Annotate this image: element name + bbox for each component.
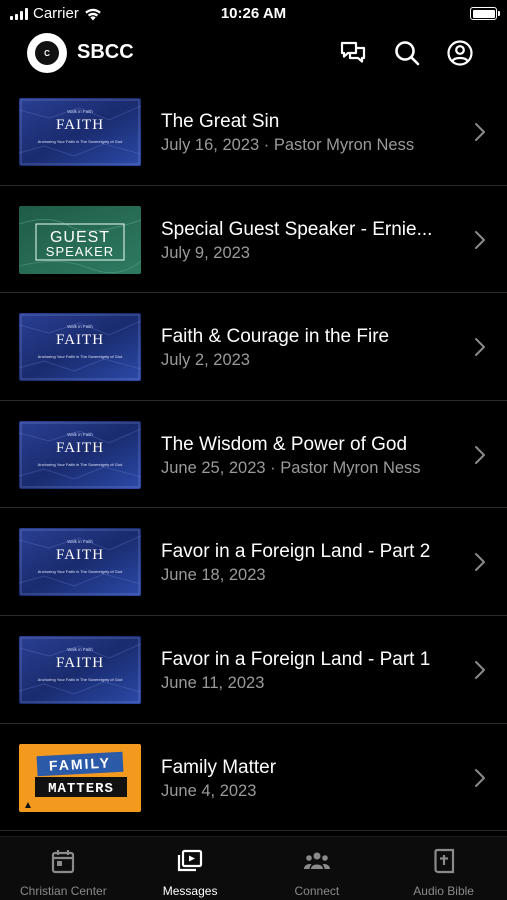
tab-audio-bible[interactable]: Audio Bible [380,837,507,900]
status-time: 10:26 AM [220,5,287,22]
nav-header: C SBCC [0,28,507,78]
message-title: The Wisdom & Power of God [161,433,408,455]
message-row[interactable]: Walk in Faith FAITH Anchoring Your Faith… [0,293,507,401]
thumbnail-tagline: Anchoring Your Faith in The Sovereignty … [38,462,123,467]
tab-label: Audio Bible [413,884,474,898]
chevron-right-icon [475,338,485,357]
battery-level [472,9,495,18]
bible-icon [434,848,454,874]
app-title: SBCC [77,41,134,63]
thumbnail-tagline: Anchoring Your Faith in The Sovereignty … [38,139,123,144]
family-matters-thumbnail: FAMILY MATTERS [19,743,141,812]
thumbnail-tagline: Anchoring Your Faith in The Sovereignty … [38,569,123,574]
message-thumbnail: GUEST SPEAKER [19,205,141,274]
chevron-right-icon [475,768,485,787]
tab-label: Messages [162,884,218,898]
thumbnail-line2: MATTERS [48,781,114,797]
message-thumbnail: Walk in Faith FAITH Anchoring Your Faith… [19,420,141,489]
faith-series-thumbnail: Walk in Faith FAITH Anchoring Your Faith… [19,313,141,382]
faith-series-thumbnail: Walk in Faith FAITH Anchoring Your Faith… [19,528,141,597]
message-title: Faith & Courage in the Fire [161,326,390,348]
battery-icon [470,7,500,20]
tab-bar: Christian Center Messages Connect Audio Bib… [0,836,507,900]
message-row[interactable]: Walk in Faith FAITH Anchoring Your Faith… [0,401,507,509]
message-thumbnail: Walk in Faith FAITH Anchoring Your Faith… [19,313,141,382]
chevron-right-icon [475,660,485,679]
message-title: Special Guest Speaker - Ernie... [161,218,433,240]
chevron-right-icon [475,123,485,141]
tab-label: Christian Center [20,884,107,898]
chevron-right-icon [475,445,485,464]
message-list: Walk in Faith FAITH Anchoring Your Faith… [0,78,507,832]
message-thumbnail: FAMILY MATTERS [19,743,141,812]
thumbnail-tagline: Anchoring Your Faith in The Sovereignty … [38,354,123,359]
thumbnail-word: FAITH [56,547,104,563]
thumbnail-word: FAITH [56,655,104,671]
thumbnail-kicker: Walk in Faith [67,109,93,114]
people-icon [303,852,330,869]
thumbnail-kicker: Walk in Faith [67,432,93,437]
status-bar: Carrier 10:26 AM [0,0,507,28]
app-logo[interactable]: C [27,33,67,73]
message-subtitle: June 4, 2023 [161,781,257,800]
message-title: Family Matter [161,756,277,778]
faith-series-thumbnail: Walk in Faith FAITH Anchoring Your Faith… [19,98,141,166]
message-row[interactable]: Walk in Faith FAITH Anchoring Your Faith… [0,616,507,724]
message-title: Favor in a Foreign Land - Part 2 [161,541,431,563]
message-subtitle: June 18, 2023 [161,566,266,585]
message-thumbnail: Walk in Faith FAITH Anchoring Your Faith… [19,528,141,597]
calendar-icon [52,850,75,874]
thumbnail-line1: FAMILY [49,754,112,773]
tab-christian-center[interactable]: Christian Center [0,837,127,900]
tab-messages[interactable]: Messages [127,837,254,900]
chevron-right-icon [475,230,485,249]
thumbnail-kicker: Walk in Faith [67,324,93,329]
message-row[interactable]: Walk in Faith FAITH Anchoring Your Faith… [0,78,507,186]
video-library-icon [178,849,203,872]
faith-series-thumbnail: Walk in Faith FAITH Anchoring Your Faith… [19,420,141,489]
thumbnail-line2: SPEAKER [46,244,114,259]
message-thumbnail: Walk in Faith FAITH Anchoring Your Faith… [19,635,141,704]
message-subtitle: June 25, 2023 · Pastor Myron Ness [161,458,421,477]
logo-mark: C [35,41,59,65]
search-icon[interactable] [393,39,421,67]
thumbnail-tagline: Anchoring Your Faith in The Sovereignty … [38,677,123,682]
thumbnail-kicker: Walk in Faith [67,647,93,652]
thumbnail-word: FAITH [56,332,104,348]
faith-series-thumbnail: Walk in Faith FAITH Anchoring Your Faith… [19,635,141,704]
message-row[interactable]: GUEST SPEAKER Special Guest Speaker - Er… [0,186,507,294]
chat-icon[interactable] [339,39,367,67]
thumbnail-word: FAITH [56,440,104,456]
message-row[interactable]: Walk in Faith FAITH Anchoring Your Faith… [0,508,507,616]
message-title: Favor in a Foreign Land - Part 1 [161,648,431,670]
message-row[interactable]: FAMILY MATTERS Family Matter June 4, 202… [0,724,507,832]
message-subtitle: June 11, 2023 [161,673,265,692]
message-thumbnail: Walk in Faith FAITH Anchoring Your Faith… [19,98,141,166]
tab-label: Connect [294,884,340,898]
guest-speaker-thumbnail: GUEST SPEAKER [19,205,141,274]
message-subtitle: July 16, 2023 · Pastor Myron Ness [161,136,415,154]
message-subtitle: July 9, 2023 [161,243,250,262]
message-subtitle: July 2, 2023 [161,351,250,370]
message-title: The Great Sin [161,111,280,132]
chevron-right-icon [475,553,485,572]
thumbnail-kicker: Walk in Faith [67,539,93,544]
tab-connect[interactable]: Connect [254,837,381,900]
thumbnail-word: FAITH [56,117,104,133]
profile-icon[interactable] [446,39,474,67]
